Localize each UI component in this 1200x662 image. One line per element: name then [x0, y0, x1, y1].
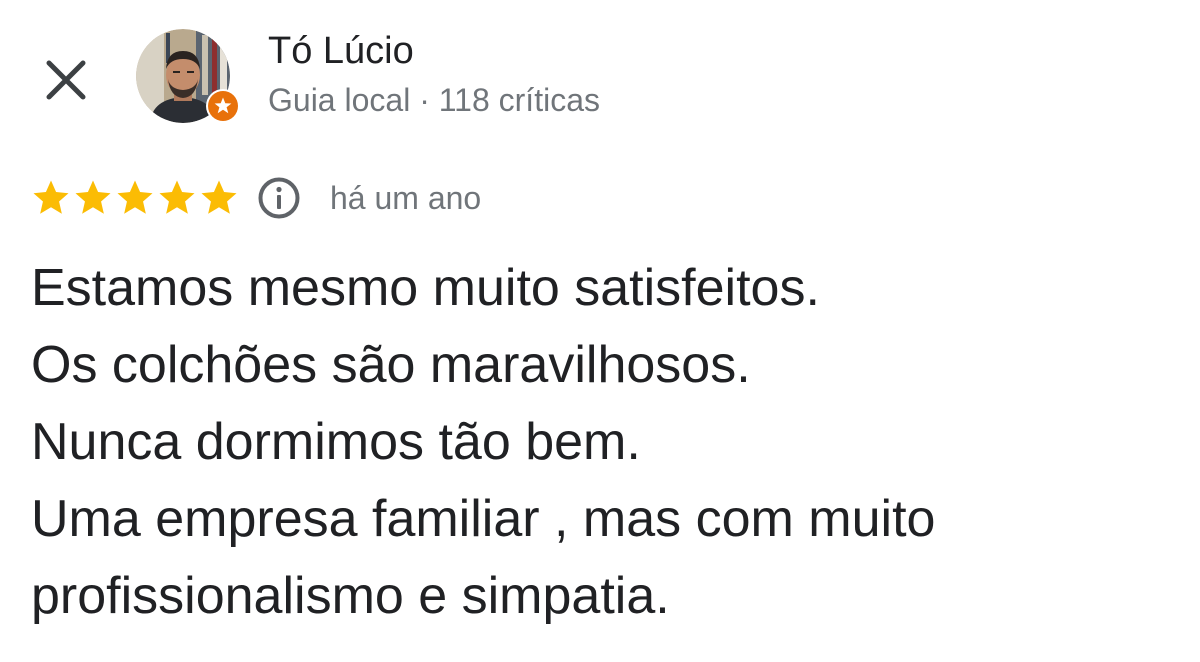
star-icon: [75, 180, 111, 214]
local-guide-badge: [206, 89, 240, 123]
review-text-line: Estamos mesmo muito satisfeitos.: [31, 259, 820, 317]
author-avatar[interactable]: [136, 29, 240, 125]
info-button[interactable]: [256, 175, 302, 221]
review-date: há um ano: [330, 179, 482, 216]
local-guide-star-icon: [214, 97, 232, 114]
star-icon: [33, 180, 69, 214]
review-text-line: Uma empresa familiar , mas com muito: [31, 490, 936, 548]
review-rating-row: há um ano: [30, 175, 481, 221]
star-icon: [117, 180, 153, 214]
star-icon: [159, 180, 195, 214]
author-meta: Guia local · 118 críticas: [268, 82, 600, 118]
star-icon: [201, 180, 237, 214]
close-icon: [46, 60, 86, 100]
review-text-line: profissionalismo e simpatia.: [31, 567, 670, 625]
review-text: Estamos mesmo muito satisfeitos. Os colch…: [31, 250, 1181, 635]
close-button[interactable]: [38, 52, 94, 108]
info-icon: [258, 177, 300, 219]
review-text-line: Nunca dormimos tão bem.: [31, 413, 641, 471]
star-rating: [30, 177, 240, 219]
review-text-line: Os colchões são maravilhosos.: [31, 336, 751, 394]
author-name[interactable]: Tó Lúcio: [268, 30, 414, 73]
